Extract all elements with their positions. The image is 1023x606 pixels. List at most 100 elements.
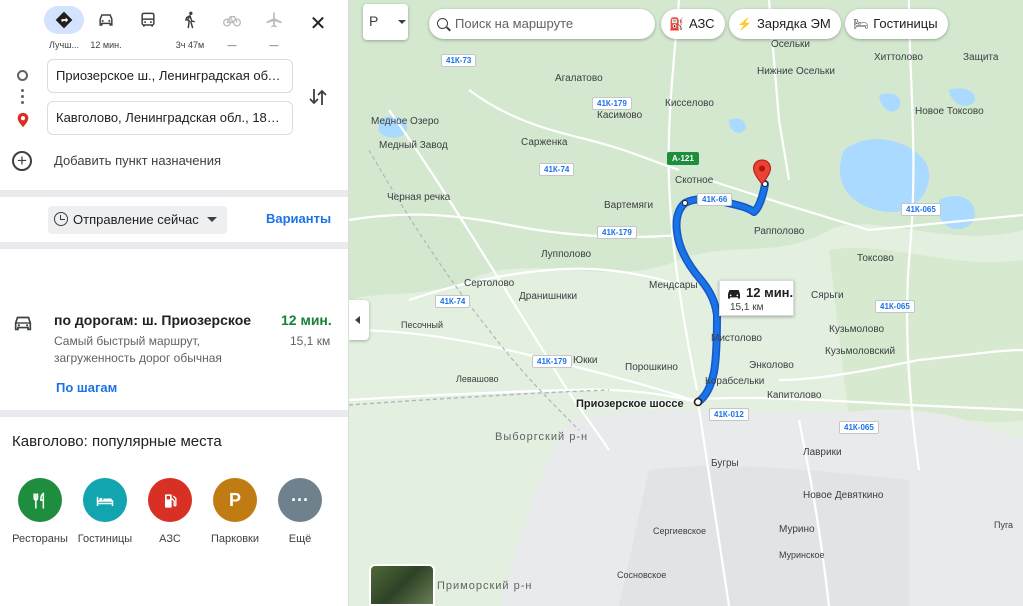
map-label: Сосновское	[617, 570, 667, 580]
road-shield: 41К-73	[441, 54, 477, 67]
chip-gas[interactable]: ⛽ АЗС	[661, 9, 725, 39]
map-label: Медное Озеро	[371, 116, 439, 127]
destination-marker-icon[interactable]	[752, 159, 772, 185]
route-options-link[interactable]: Варианты	[266, 211, 331, 226]
map-label: Порошкино	[625, 362, 678, 373]
map-label: Скотное	[675, 175, 714, 186]
chip-hotels[interactable]: 🛏 Гостиницы	[845, 9, 948, 39]
map-canvas[interactable]: Агалатово Кисселово Медное Озеро Касимов…	[349, 0, 1023, 606]
place-more-button[interactable]: ··· Ещё	[265, 478, 335, 545]
caret-down-icon	[398, 20, 406, 24]
road-shield: 41К-065	[875, 300, 915, 313]
map-label: Защита	[963, 52, 999, 63]
map-label: Песочный	[401, 320, 444, 330]
directions-diamond-icon	[44, 6, 84, 34]
route-dots-icon	[21, 89, 24, 107]
travel-mode-bar: Лучш... 12 мин. 3ч 47м — — ✕	[0, 4, 348, 52]
road-shield: 41К-74	[435, 295, 471, 308]
route-desc-line1: Самый быстрый маршрут,	[54, 334, 200, 348]
map-label: Сарженка	[521, 137, 568, 148]
chip-ev-label: Зарядка ЭМ	[756, 16, 831, 31]
add-destination-button[interactable]: Добавить пункт назначения	[54, 153, 221, 168]
search-placeholder: Поиск на маршруте	[455, 16, 574, 31]
gas-station-icon	[148, 478, 192, 522]
car-icon	[14, 316, 32, 331]
map-label: Левашово	[456, 374, 499, 384]
directions-panel: Лучш... 12 мин. 3ч 47м — — ✕ Приозерское…	[0, 0, 349, 606]
section-divider	[0, 190, 348, 197]
map-label-text: Нижние Осельки	[757, 66, 835, 77]
route-desc-line2: загруженность дорог обычная	[54, 351, 222, 365]
map-label: Черная речка	[387, 192, 451, 203]
add-destination-icon[interactable]: +	[12, 151, 32, 171]
map-label: Муринское	[779, 550, 825, 560]
search-icon	[437, 18, 448, 29]
caret-down-icon	[206, 217, 217, 222]
map-label: Мендсары	[649, 280, 698, 291]
map-label: Сертолово	[464, 278, 515, 289]
place-hotels-button[interactable]: Гостиницы	[70, 478, 140, 545]
collapse-panel-button[interactable]	[349, 300, 369, 340]
route-callout[interactable]: 12 мин. 15,1 км	[719, 280, 794, 316]
close-icon: ✕	[309, 13, 327, 35]
place-restaurants-button[interactable]: Рестораны	[5, 478, 75, 545]
bus-icon	[128, 6, 168, 34]
destination-input[interactable]: Кавголово, Ленинградская обл., 188667	[47, 101, 293, 135]
place-parking-button[interactable]: P Парковки	[200, 478, 270, 545]
origin-input[interactable]: Приозерское ш., Ленинградская обл., 1	[47, 59, 293, 93]
map-label: Сергиевское	[653, 526, 707, 536]
step-by-step-link[interactable]: По шагам	[56, 380, 117, 395]
chip-hotels-label: Гостиницы	[873, 16, 938, 31]
place-parking-label: Парковки	[211, 533, 259, 545]
departure-dropdown[interactable]: Отправление сейчас	[48, 206, 227, 234]
map-label: Кисселово	[665, 98, 714, 109]
section-divider	[0, 410, 348, 417]
road-shield: 41К-74	[539, 163, 575, 176]
map-label: Медный Завод	[379, 140, 448, 151]
satellite-layer-thumbnail[interactable]	[369, 564, 435, 606]
place-hotels-label: Гостиницы	[77, 533, 133, 545]
map-label: Бугры	[711, 458, 739, 469]
car-icon	[86, 6, 126, 34]
swap-directions-icon[interactable]	[307, 86, 329, 108]
place-gas-button[interactable]: АЗС	[135, 478, 205, 545]
map-label: Лупполово	[541, 249, 592, 260]
road-shield: 41К-065	[839, 421, 879, 434]
map-label: Вартемяги	[604, 200, 654, 211]
walk-icon	[170, 6, 210, 34]
place-gas-label: АЗС	[159, 533, 181, 545]
search-along-route-input[interactable]: Поиск на маршруте	[429, 9, 655, 39]
mode-flight-label: —	[269, 40, 279, 50]
popular-places-row: Рестораны Гостиницы АЗС P Парковки ··· Е…	[0, 478, 348, 558]
map-label: Кузьмолово	[829, 324, 885, 335]
ev-charging-icon: ⚡	[737, 17, 752, 31]
mode-flight[interactable]: —	[248, 4, 300, 52]
map-label: Новое Девяткино	[803, 490, 884, 501]
map-label: Дранишники	[519, 291, 578, 302]
road-shield: А-121	[667, 152, 699, 165]
route-title: по дорогам: ш. Приозерское	[54, 312, 252, 328]
map-label: Корабсельки	[705, 376, 765, 387]
layers-button[interactable]: Р	[363, 4, 408, 40]
popular-places-title: Кавголово: популярные места	[12, 433, 222, 450]
close-directions-button[interactable]: ✕	[306, 12, 330, 36]
map-label: Юкки	[573, 355, 598, 366]
hotel-icon: 🛏	[853, 17, 869, 31]
chip-gas-label: АЗС	[688, 16, 715, 31]
map-label: Капитолово	[767, 390, 822, 401]
parking-icon: P	[213, 478, 257, 522]
place-more-label: Ещё	[288, 533, 312, 545]
departure-label: Отправление сейчас	[73, 212, 199, 227]
road-shield: 41К-179	[592, 97, 632, 110]
map-label: Кузьмоловский	[825, 346, 896, 357]
clock-icon	[54, 212, 68, 226]
bike-icon	[212, 6, 252, 34]
map-label: Мистолово	[711, 333, 762, 344]
chip-ev-charging[interactable]: ⚡ Зарядка ЭМ	[729, 9, 841, 39]
more-icon: ···	[278, 478, 322, 522]
map-label: Выборгский р-н	[495, 431, 589, 443]
map-label: Осельки	[771, 39, 811, 50]
destination-pin-icon	[17, 112, 29, 128]
map-label: Новое Токсово	[915, 106, 984, 117]
airplane-icon	[254, 6, 294, 34]
